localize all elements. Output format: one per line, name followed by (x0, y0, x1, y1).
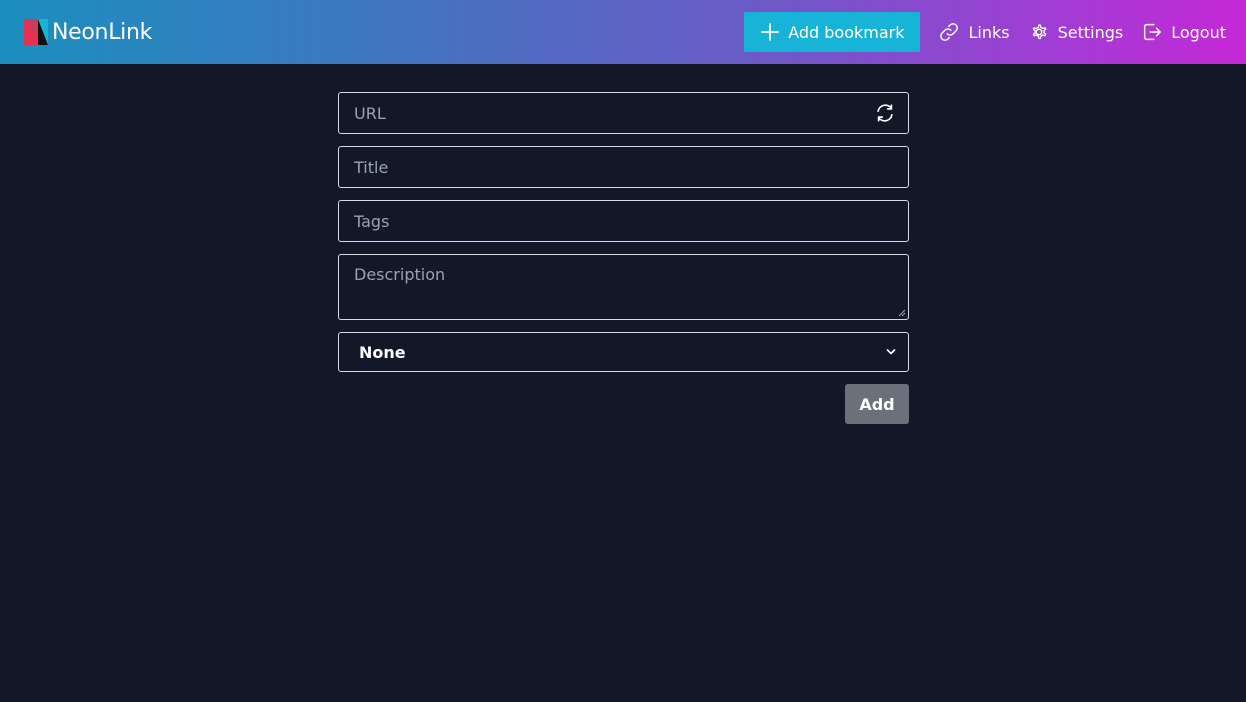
nav-links-label: Links (968, 22, 1010, 42)
add-button[interactable]: Add (845, 384, 909, 424)
description-field-wrapper (338, 254, 909, 320)
category-select-value: None (359, 342, 406, 362)
nav-links[interactable]: Links (938, 21, 1010, 43)
tags-input[interactable] (339, 201, 908, 241)
chevron-down-icon (886, 349, 896, 355)
tags-field-wrapper (338, 200, 909, 242)
url-input[interactable] (339, 93, 908, 133)
gear-icon (1032, 24, 1047, 40)
add-bookmark-button[interactable]: Add bookmark (744, 12, 921, 52)
description-textarea[interactable] (339, 255, 908, 319)
nav-settings[interactable]: Settings (1028, 21, 1124, 43)
nav-settings-label: Settings (1057, 22, 1124, 42)
plus-icon (761, 23, 780, 41)
resize-grip-icon[interactable] (898, 309, 906, 317)
link-icon (940, 23, 959, 41)
neonlink-logo-icon (24, 19, 48, 45)
nav-actions: Add bookmark Links Settings Logout (744, 12, 1226, 52)
brand-link[interactable]: NeonLink (24, 19, 152, 45)
nav-logout-label: Logout (1171, 22, 1226, 42)
form-actions: Add (338, 384, 909, 424)
logout-icon (1144, 23, 1162, 41)
category-select[interactable]: None (338, 332, 909, 372)
title-input[interactable] (339, 147, 908, 187)
add-bookmark-form: None Add (338, 92, 909, 424)
title-field-wrapper (338, 146, 909, 188)
navbar: NeonLink Add bookmark Links Settings Log… (0, 0, 1246, 64)
brand-name: NeonLink (52, 19, 153, 45)
refresh-icon[interactable] (874, 102, 896, 124)
add-bookmark-label: Add bookmark (788, 22, 905, 42)
nav-logout[interactable]: Logout (1141, 21, 1226, 43)
url-field-wrapper (338, 92, 909, 134)
